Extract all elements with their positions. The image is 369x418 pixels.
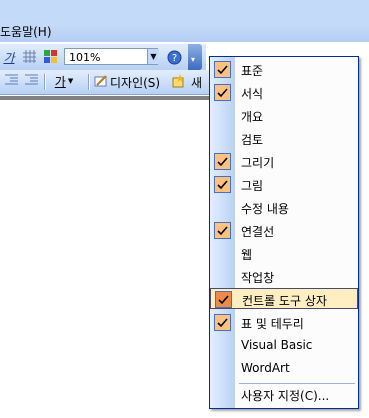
menu-item-outline[interactable]: 개요: [210, 105, 358, 126]
menu-item-wordart[interactable]: WordArt: [210, 358, 358, 379]
zoom-input[interactable]: 101%: [64, 48, 158, 65]
menu-bar: 도움말(H): [0, 0, 369, 42]
zoom-dropdown-arrow-icon[interactable]: ▼: [147, 49, 159, 64]
dropdown-arrow-icon: ▼: [67, 77, 74, 85]
color-palette-icon[interactable]: [43, 49, 57, 63]
checkmark-icon: [214, 153, 231, 170]
menu-item-task-pane[interactable]: 작업창: [210, 266, 358, 287]
menu-item-revisions[interactable]: 수정 내용: [210, 197, 358, 218]
menu-item-customize[interactable]: 사용자 지정(C)...: [210, 384, 358, 405]
menu-item-label: 사용자 지정(C)...: [241, 389, 330, 403]
document-area-border: [0, 96, 212, 100]
menu-item-label: 웹: [241, 248, 253, 262]
menu-item-connector[interactable]: 연결선: [210, 220, 358, 241]
menu-help[interactable]: 도움말(H): [0, 23, 52, 40]
checkmark-icon: [215, 291, 232, 308]
font-color-button[interactable]: 가 ▼: [52, 72, 76, 90]
design-mode-label[interactable]: 디자인(S): [110, 74, 160, 91]
menu-item-label: 개요: [241, 110, 264, 124]
menu-item-formatting[interactable]: 서식: [210, 82, 358, 103]
design-mode-icon[interactable]: [94, 74, 108, 88]
checkmark-icon: [214, 84, 231, 101]
menu-item-standard[interactable]: 표준: [210, 59, 358, 80]
menu-item-picture[interactable]: 그림: [210, 174, 358, 195]
menu-item-tables-borders[interactable]: 표 및 테두리: [210, 312, 358, 333]
toolbar-separator: [88, 74, 90, 90]
menu-item-label: 작업창: [241, 271, 275, 285]
checkmark-icon: [214, 222, 231, 239]
menu-item-visual-basic[interactable]: Visual Basic: [210, 335, 358, 356]
zoom-value: 101%: [69, 51, 101, 64]
menu-item-label: 표 및 테두리: [241, 317, 304, 331]
menu-item-web[interactable]: 웹: [210, 243, 358, 264]
checkmark-icon: [214, 61, 231, 78]
menu-item-label: 표준: [241, 64, 264, 78]
menu-item-label: 컨트롤 도구 상자: [242, 294, 327, 308]
menu-item-label: 그림: [241, 179, 264, 193]
menu-item-label: 검토: [241, 133, 264, 147]
decrease-indent-icon[interactable]: [4, 73, 18, 87]
toolbar-list-menu: 표준 서식 개요 검토 그리기 그림 수정 내용 연결선 웹 작업창 컨트롤 도…: [209, 56, 359, 409]
toolbar-options-button[interactable]: ▾: [188, 44, 202, 70]
new-label[interactable]: 새: [191, 74, 202, 91]
menu-item-label: 그리기: [241, 156, 275, 170]
underline-text-icon[interactable]: 가: [0, 48, 18, 66]
menu-item-label: Visual Basic: [241, 338, 313, 352]
menu-item-control-toolbox[interactable]: 컨트롤 도구 상자: [210, 288, 358, 309]
menu-item-review[interactable]: 검토: [210, 128, 358, 149]
menu-item-label: 서식: [241, 87, 264, 101]
font-char: 가: [54, 74, 66, 89]
menu-item-label: WordArt: [241, 361, 290, 375]
new-item-icon[interactable]: [171, 74, 185, 88]
increase-indent-icon[interactable]: [24, 73, 38, 87]
underline-char: 가: [3, 50, 15, 65]
grid-icon[interactable]: [22, 49, 36, 63]
help-icon[interactable]: ?: [166, 49, 182, 65]
menu-item-label: 수정 내용: [241, 202, 289, 216]
toolbar-separator: [44, 74, 46, 90]
menu-item-drawing[interactable]: 그리기: [210, 151, 358, 172]
checkmark-icon: [214, 314, 231, 331]
chevron-down-icon: ▾: [191, 55, 196, 64]
menu-item-label: 연결선: [241, 225, 275, 239]
checkmark-icon: [214, 176, 231, 193]
svg-text:?: ?: [171, 53, 176, 64]
